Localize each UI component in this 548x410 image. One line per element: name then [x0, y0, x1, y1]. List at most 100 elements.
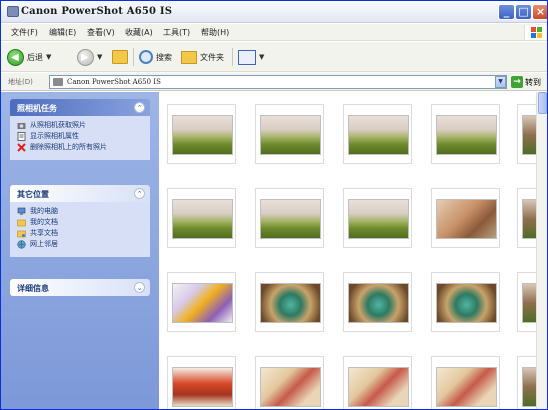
- task-show-properties[interactable]: 显示照相机属性: [17, 132, 145, 141]
- photo-preview-image: [436, 283, 497, 323]
- photo-preview-image: [348, 115, 409, 155]
- photo-preview-image: [348, 283, 409, 323]
- place-my-documents[interactable]: 我的文档: [17, 218, 145, 227]
- photo-preview-image: [348, 199, 409, 239]
- menu-file[interactable]: 文件(F): [11, 27, 38, 38]
- camera-tasks-title: 照相机任务: [17, 104, 57, 113]
- scrollbar-thumb[interactable]: [538, 92, 547, 114]
- photo-thumbnail[interactable]: [255, 356, 324, 409]
- other-places-body: 我的电脑 我的文档 共享文档 网上邻居: [10, 202, 150, 257]
- photo-thumbnail[interactable]: [255, 188, 324, 248]
- title-bar[interactable]: Canon PowerShot A650 IS _ □ ×: [1, 1, 547, 23]
- up-folder-button[interactable]: [112, 47, 128, 67]
- place-shared-documents[interactable]: 共享文档: [17, 229, 145, 238]
- folders-button[interactable]: 文件夹: [181, 47, 224, 67]
- photo-thumbnail[interactable]: [167, 356, 236, 409]
- photo-preview-image: [522, 367, 536, 407]
- menu-edit[interactable]: 编辑(E): [49, 27, 76, 38]
- forward-dropdown-icon[interactable]: ▼: [97, 53, 102, 61]
- photo-preview-image: [260, 283, 321, 323]
- photo-thumbnail[interactable]: [343, 188, 412, 248]
- address-value: Canon PowerShot A650 IS: [67, 78, 161, 86]
- forward-button[interactable]: ▶ ▼: [77, 47, 102, 67]
- address-dropdown-icon[interactable]: ▼: [495, 76, 506, 88]
- camera-icon: [53, 78, 63, 86]
- photo-thumbnail[interactable]: [343, 356, 412, 409]
- expand-chevron-icon[interactable]: ⌄: [134, 282, 145, 293]
- place-my-computer[interactable]: 我的电脑: [17, 207, 145, 216]
- photo-thumbnail[interactable]: [167, 104, 236, 164]
- photo-preview-image: [172, 115, 233, 155]
- photo-preview-image: [348, 367, 409, 407]
- task-label: 删除照相机上的所有照片: [30, 143, 107, 151]
- vertical-scrollbar[interactable]: [536, 92, 547, 409]
- photo-preview-image: [172, 283, 233, 323]
- explorer-window: Canon PowerShot A650 IS _ □ × 文件(F) 编辑(E…: [0, 0, 548, 410]
- go-label: 转到: [525, 77, 541, 87]
- photo-preview-image: [436, 115, 497, 155]
- maximize-button[interactable]: □: [515, 4, 532, 20]
- properties-icon: [17, 132, 26, 141]
- go-button[interactable]: → 转到: [511, 76, 541, 88]
- photo-thumbnail[interactable]: [255, 272, 324, 332]
- menu-tools[interactable]: 工具(T): [163, 27, 190, 38]
- go-arrow-icon: →: [511, 76, 523, 88]
- address-input[interactable]: Canon PowerShot A650 IS: [49, 75, 507, 89]
- place-label: 网上邻居: [30, 240, 58, 248]
- toolbar-divider: [133, 48, 134, 66]
- photo-thumbnail[interactable]: [343, 104, 412, 164]
- close-button[interactable]: ×: [532, 4, 547, 20]
- photo-thumbnail[interactable]: [431, 188, 500, 248]
- place-network[interactable]: 网上邻居: [17, 240, 145, 249]
- search-button[interactable]: 搜索: [139, 47, 172, 67]
- collapse-chevron-icon[interactable]: ⌃: [134, 102, 145, 113]
- back-dropdown-icon[interactable]: ▼: [46, 53, 51, 61]
- folders-label: 文件夹: [200, 52, 224, 62]
- photo-preview-image: [522, 199, 536, 239]
- other-places-header[interactable]: 其它位置 ⌃: [10, 185, 150, 202]
- collapse-chevron-icon[interactable]: ⌃: [134, 188, 145, 199]
- task-delete-all[interactable]: 删除照相机上的所有照片: [17, 143, 145, 152]
- photo-thumbnail[interactable]: [343, 272, 412, 332]
- back-button[interactable]: ◀ 后退 ▼: [7, 47, 51, 67]
- search-label: 搜索: [156, 52, 172, 62]
- forward-arrow-icon: ▶: [77, 48, 94, 66]
- photo-thumbnail[interactable]: [517, 356, 536, 409]
- back-arrow-icon: ◀: [7, 48, 24, 66]
- photo-thumbnail[interactable]: [167, 188, 236, 248]
- details-header[interactable]: 详细信息 ⌄: [10, 279, 150, 296]
- photo-preview-image: [436, 199, 497, 239]
- photo-thumbnail[interactable]: [517, 272, 536, 332]
- views-button[interactable]: ▼: [238, 47, 264, 67]
- photo-preview-image: [522, 115, 536, 155]
- views-dropdown-icon[interactable]: ▼: [259, 53, 264, 61]
- camera-tasks-header[interactable]: 照相机任务 ⌃: [10, 99, 150, 116]
- place-label: 我的电脑: [30, 207, 58, 215]
- task-label: 显示照相机属性: [30, 132, 79, 140]
- task-pane: 照相机任务 ⌃ 从照相机获取照片 显示照相机属性 删除照相机上的所有照片 其它位…: [1, 92, 159, 409]
- up-folder-icon: [112, 50, 128, 64]
- task-get-pictures[interactable]: 从照相机获取照片: [17, 121, 145, 130]
- other-places-title: 其它位置: [17, 190, 49, 199]
- photo-thumbnail[interactable]: [431, 356, 500, 409]
- search-icon: [139, 50, 153, 64]
- menu-view[interactable]: 查看(V): [87, 27, 115, 38]
- photo-thumbnail[interactable]: [255, 104, 324, 164]
- task-label: 从照相机获取照片: [30, 121, 86, 129]
- place-label: 共享文档: [30, 229, 58, 237]
- minimize-button[interactable]: _: [498, 4, 515, 20]
- folders-icon: [181, 50, 197, 64]
- photo-preview-image: [436, 367, 497, 407]
- photo-thumbnail[interactable]: [431, 272, 500, 332]
- photo-thumbnail[interactable]: [517, 188, 536, 248]
- menu-bar: 文件(F) 编辑(E) 查看(V) 收藏(A) 工具(T) 帮助(H): [1, 24, 547, 41]
- other-places-panel: 其它位置 ⌃ 我的电脑 我的文档 共享文档 网上邻居: [10, 185, 150, 257]
- photo-thumbnail[interactable]: [517, 104, 536, 164]
- menu-help[interactable]: 帮助(H): [201, 27, 229, 38]
- shared-documents-icon: [17, 230, 26, 238]
- camera-tasks-panel: 照相机任务 ⌃ 从照相机获取照片 显示照相机属性 删除照相机上的所有照片: [10, 99, 150, 160]
- photo-thumbnail[interactable]: [431, 104, 500, 164]
- my-documents-icon: [17, 219, 26, 227]
- menu-favorites[interactable]: 收藏(A): [125, 27, 153, 38]
- photo-thumbnail[interactable]: [167, 272, 236, 332]
